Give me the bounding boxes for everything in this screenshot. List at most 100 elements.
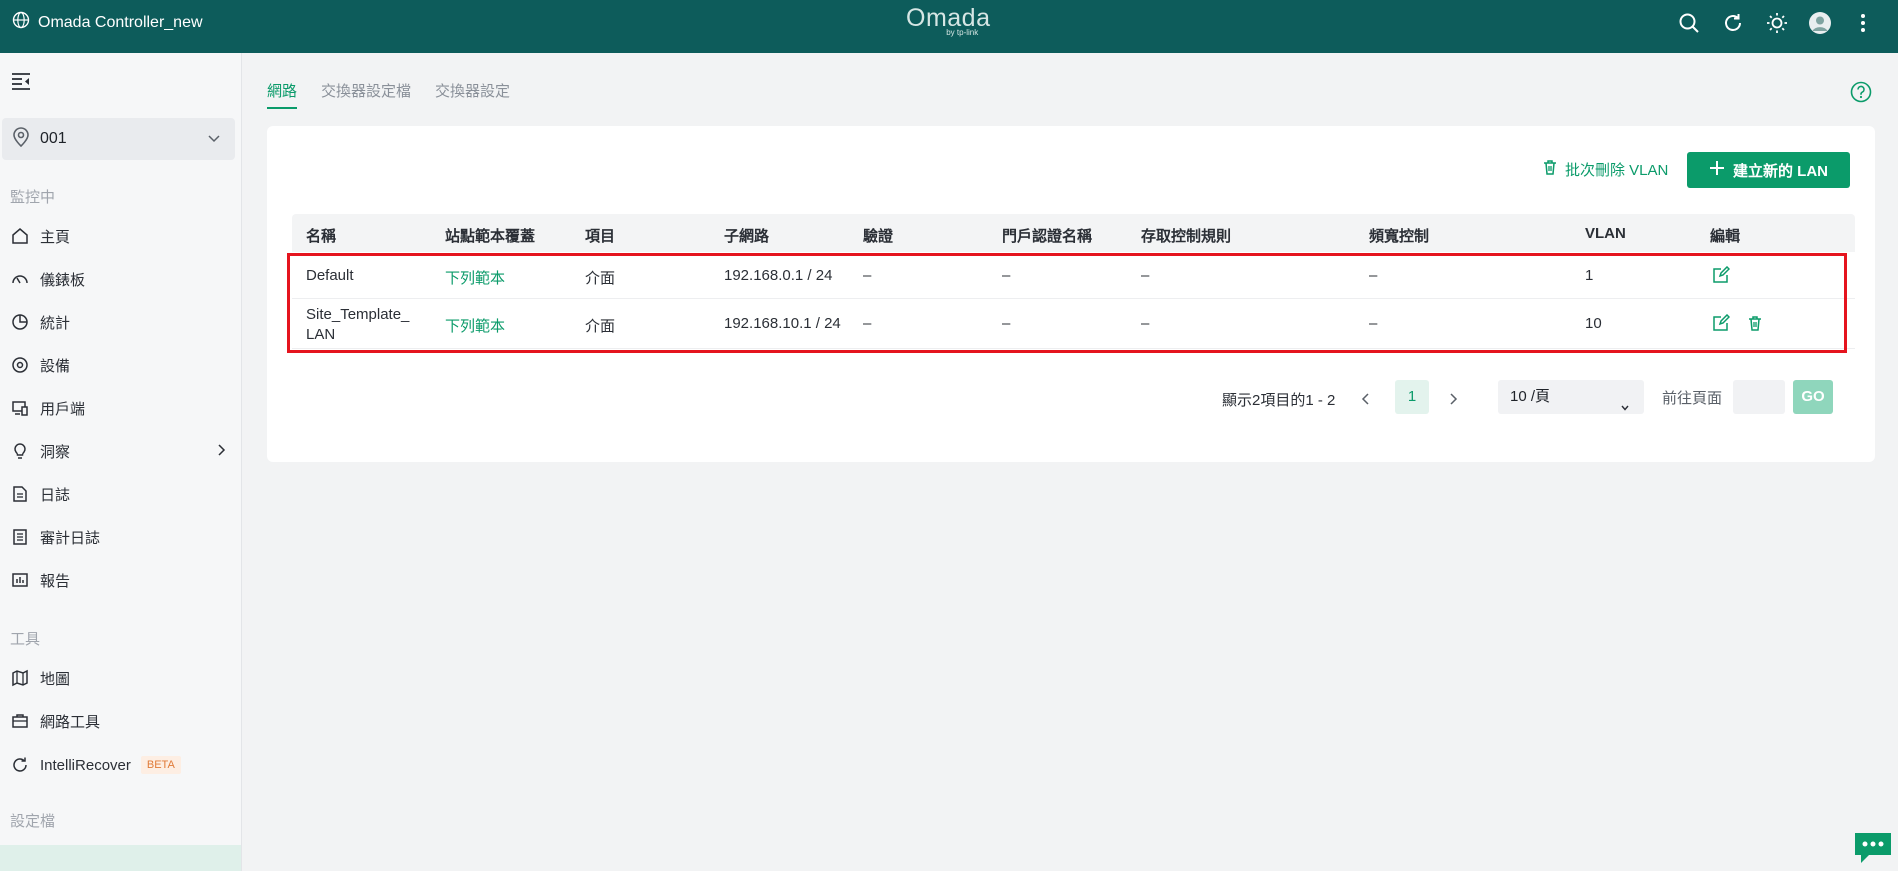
tab-switch-profiles[interactable]: 交換器設定檔 xyxy=(321,80,411,109)
dashboard-icon xyxy=(10,269,30,289)
sidebar-item-devices[interactable]: 設備 xyxy=(0,345,241,385)
column-header: 編輯 xyxy=(1710,228,1741,245)
cell-item: 介面 xyxy=(585,318,616,335)
sidebar-item-network-tools[interactable]: 網路工具 xyxy=(0,701,241,741)
column-header: 頻寬控制 xyxy=(1369,228,1430,245)
column-header: 項目 xyxy=(585,228,616,245)
cell-auth: – xyxy=(863,267,872,284)
table-header: 名稱 站點範本覆蓋 項目 子網路 驗證 門戶認證名稱 存取控制規則 頻寬控制 V… xyxy=(292,214,1855,252)
cell-acl: – xyxy=(1141,315,1150,332)
sidebar-item-statistics[interactable]: 統計 xyxy=(0,302,241,342)
goto-page-label: 前往頁面 xyxy=(1662,390,1723,407)
sidebar-item-label: 網路工具 xyxy=(40,713,101,731)
tab-switch-settings[interactable]: 交換器設定 xyxy=(435,80,510,109)
cell-override-link[interactable]: 下列範本 xyxy=(445,267,505,288)
logs-icon xyxy=(10,484,30,504)
cell-vlan: 10 xyxy=(1585,315,1602,332)
site-name: Omada Controller_new xyxy=(38,13,203,31)
section-profiles: 設定檔 xyxy=(10,813,56,830)
column-header: 子網路 xyxy=(724,228,770,245)
cell-override-link[interactable]: 下列範本 xyxy=(445,315,505,336)
trash-icon xyxy=(1541,158,1559,180)
tab-network[interactable]: 網路 xyxy=(267,80,298,109)
site-title[interactable]: Omada Controller_new xyxy=(12,0,203,45)
cell-subnet: 192.168.0.1 / 24 xyxy=(724,267,833,284)
help-icon[interactable] xyxy=(1850,81,1872,103)
sidebar-item-label: 審計日誌 xyxy=(40,529,101,547)
more-icon[interactable] xyxy=(1850,10,1876,36)
sidebar-active-item[interactable] xyxy=(0,845,241,871)
page-size-select[interactable]: 10 /頁 xyxy=(1498,380,1644,414)
table-row: Default 下列範本 介面 192.168.0.1 / 24 – – – –… xyxy=(292,252,1855,299)
sidebar: 001 監控中 主頁 儀錶板 統計 設備 用戶端 洞察 日誌 審計日誌 報告 工… xyxy=(0,53,242,871)
column-header: 站點範本覆蓋 xyxy=(445,228,536,245)
omada-logo: Omada by tp-link xyxy=(906,4,991,37)
beta-badge: BETA xyxy=(140,756,181,774)
site-selector-value: 001 xyxy=(40,130,67,147)
tab-bar: 網路 交換器設定檔 交換器設定 xyxy=(267,80,510,109)
goto-page-input[interactable] xyxy=(1733,380,1785,414)
report-icon xyxy=(10,570,30,590)
column-header: 驗證 xyxy=(863,228,894,245)
sidebar-item-report[interactable]: 報告 xyxy=(0,560,241,600)
sidebar-item-map[interactable]: 地圖 xyxy=(0,658,241,698)
clients-icon xyxy=(10,398,30,418)
cell-bandwidth: – xyxy=(1369,315,1378,332)
network-tools-icon xyxy=(10,711,30,731)
sidebar-item-label: 主頁 xyxy=(40,228,71,246)
column-header: VLAN xyxy=(1585,225,1626,242)
collapse-menu-icon[interactable] xyxy=(10,70,32,92)
search-icon[interactable] xyxy=(1676,10,1702,36)
lan-card: 批次刪除 VLAN 建立新的 LAN 名稱 站點範本覆蓋 項目 子網路 驗證 門… xyxy=(267,126,1875,462)
sidebar-item-home[interactable]: 主頁 xyxy=(0,216,241,256)
lan-table: 名稱 站點範本覆蓋 項目 子網路 驗證 門戶認證名稱 存取控制規則 頻寬控制 V… xyxy=(292,214,1855,349)
chevron-down-icon xyxy=(1620,392,1630,426)
column-header: 門戶認證名稱 xyxy=(1002,228,1093,245)
sidebar-item-intellirecover[interactable]: IntelliRecover BETA xyxy=(0,745,241,785)
cell-name: Default xyxy=(306,267,354,284)
edit-icon[interactable] xyxy=(1712,265,1732,286)
intellirecover-icon xyxy=(10,755,30,775)
sidebar-item-clients[interactable]: 用戶端 xyxy=(0,388,241,428)
sidebar-item-insights[interactable]: 洞察 xyxy=(0,431,241,471)
cell-vlan: 1 xyxy=(1585,267,1594,284)
sidebar-item-label: 地圖 xyxy=(40,670,71,688)
avatar[interactable] xyxy=(1807,10,1833,36)
sidebar-item-label: 統計 xyxy=(40,314,71,332)
create-lan-button[interactable]: 建立新的 LAN xyxy=(1687,152,1850,188)
sidebar-item-label: IntelliRecover xyxy=(40,756,131,774)
sidebar-item-label: 儀錶板 xyxy=(40,271,86,289)
theme-icon[interactable] xyxy=(1764,10,1790,36)
top-bar: Omada Controller_new Omada by tp-link xyxy=(0,0,1898,53)
chevron-left-icon[interactable] xyxy=(1360,392,1372,411)
sidebar-item-label: 日誌 xyxy=(40,486,71,504)
refresh-icon[interactable] xyxy=(1720,10,1746,36)
delete-icon[interactable] xyxy=(1746,314,1766,334)
go-button[interactable]: GO xyxy=(1793,380,1833,414)
home-icon xyxy=(10,226,30,246)
chevron-right-icon xyxy=(215,443,227,461)
page-number-current[interactable]: 1 xyxy=(1395,380,1429,414)
chat-icon[interactable] xyxy=(1853,831,1893,865)
section-monitor: 監控中 xyxy=(10,189,56,206)
site-selector[interactable]: 001 xyxy=(2,118,235,160)
sidebar-item-audit-log[interactable]: 審計日誌 xyxy=(0,517,241,557)
chevron-right-icon[interactable] xyxy=(1447,392,1459,411)
edit-icon[interactable] xyxy=(1712,313,1732,334)
pagination-summary: 顯示2項目的1 - 2 xyxy=(1222,392,1336,409)
devices-icon xyxy=(10,355,30,375)
insights-icon xyxy=(10,441,30,461)
column-header: 存取控制規則 xyxy=(1141,228,1232,245)
location-icon xyxy=(12,126,30,152)
batch-delete-vlan-button[interactable]: 批次刪除 VLAN xyxy=(1541,158,1668,180)
column-header[interactable]: 名稱 xyxy=(306,225,336,246)
sidebar-item-dashboard[interactable]: 儀錶板 xyxy=(0,259,241,299)
sidebar-item-label: 用戶端 xyxy=(40,400,86,418)
globe-icon xyxy=(12,11,30,34)
cell-portal: – xyxy=(1002,267,1011,284)
chevron-down-icon xyxy=(207,131,221,150)
map-icon xyxy=(10,668,30,688)
sidebar-item-label: 設備 xyxy=(40,357,71,375)
cell-name: Site_Template_ LAN xyxy=(306,306,410,343)
sidebar-item-logs[interactable]: 日誌 xyxy=(0,474,241,514)
